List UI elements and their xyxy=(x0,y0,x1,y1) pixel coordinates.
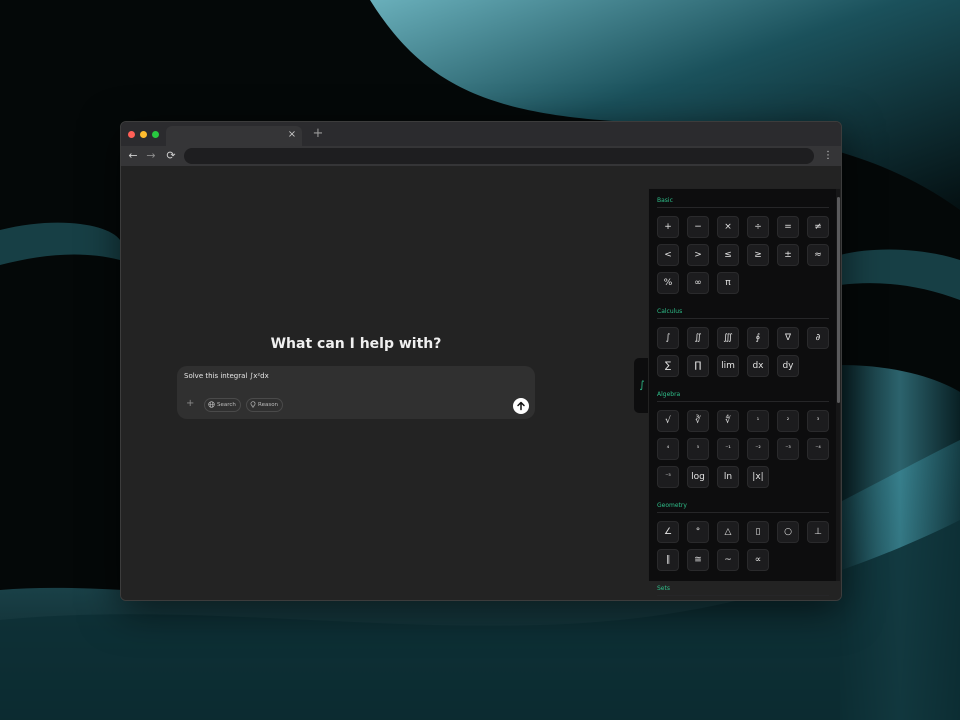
math-key[interactable]: ∑ xyxy=(657,355,679,377)
math-key[interactable]: − xyxy=(687,216,709,238)
math-key[interactable]: ∠ xyxy=(657,521,679,543)
math-key[interactable]: % xyxy=(657,272,679,294)
section-title-sets: Sets xyxy=(657,585,670,592)
math-key[interactable]: + xyxy=(657,216,679,238)
math-key[interactable]: ⊥ xyxy=(807,521,829,543)
math-key[interactable]: ⁻⁴ xyxy=(807,438,829,460)
math-key[interactable]: ∇ xyxy=(777,327,799,349)
math-key[interactable]: ⁴ xyxy=(657,438,679,460)
section-title-geometry: Geometry xyxy=(657,502,687,509)
search-label: Search xyxy=(217,402,236,408)
math-key[interactable]: √ xyxy=(657,410,679,432)
globe-icon xyxy=(208,401,215,408)
math-key[interactable]: lim xyxy=(717,355,739,377)
math-key[interactable]: ∭ xyxy=(717,327,739,349)
math-key[interactable]: dx xyxy=(747,355,769,377)
chat-composer[interactable]: Solve this integral ∫x²dx + Search Reaso… xyxy=(177,366,535,419)
section-divider xyxy=(657,512,829,513)
math-key[interactable]: ÷ xyxy=(747,216,769,238)
math-key[interactable]: < xyxy=(657,244,679,266)
math-key[interactable]: × xyxy=(717,216,739,238)
math-key[interactable]: ∛ xyxy=(687,410,709,432)
section-divider xyxy=(657,595,829,596)
reason-label: Reason xyxy=(258,402,279,408)
math-key[interactable]: π xyxy=(717,272,739,294)
tab-bar: × + xyxy=(121,122,841,146)
attach-button[interactable]: + xyxy=(186,398,194,410)
math-key[interactable]: ⁻¹ xyxy=(717,438,739,460)
page-title: What can I help with? xyxy=(270,336,442,352)
math-key[interactable]: ∬ xyxy=(687,327,709,349)
math-key[interactable]: ≤ xyxy=(717,244,739,266)
math-key[interactable]: ⁻⁵ xyxy=(657,466,679,488)
section-divider xyxy=(657,318,829,319)
section-divider xyxy=(657,401,829,402)
search-button[interactable]: Search xyxy=(204,398,241,412)
math-key[interactable]: ∫ xyxy=(657,327,679,349)
math-key[interactable]: ⁻² xyxy=(747,438,769,460)
browser-toolbar: ← → ⟳ ⋮ xyxy=(121,146,841,166)
maximize-window-dot[interactable] xyxy=(152,131,159,138)
minimize-window-dot[interactable] xyxy=(140,131,147,138)
math-key[interactable]: ln xyxy=(717,466,739,488)
lightbulb-icon xyxy=(250,401,256,408)
math-key[interactable]: ∝ xyxy=(747,549,769,571)
send-button[interactable] xyxy=(513,398,529,414)
math-key[interactable]: ° xyxy=(687,521,709,543)
math-key[interactable]: ≈ xyxy=(807,244,829,266)
panel-scrollbar[interactable] xyxy=(836,189,840,581)
math-key[interactable]: △ xyxy=(717,521,739,543)
math-key[interactable]: ≠ xyxy=(807,216,829,238)
browser-tab[interactable]: × xyxy=(166,126,302,146)
math-key[interactable]: ~ xyxy=(717,549,739,571)
math-key[interactable]: ³ xyxy=(807,410,829,432)
math-key[interactable]: ⁻³ xyxy=(777,438,799,460)
back-button[interactable]: ← xyxy=(126,149,140,163)
browser-menu-button[interactable]: ⋮ xyxy=(823,149,833,163)
address-bar[interactable] xyxy=(184,148,814,164)
math-key[interactable]: ∞ xyxy=(687,272,709,294)
math-key[interactable]: |x| xyxy=(747,466,769,488)
close-window-dot[interactable] xyxy=(128,131,135,138)
math-key[interactable]: ∂ xyxy=(807,327,829,349)
math-key[interactable]: dy xyxy=(777,355,799,377)
math-key[interactable]: ▯ xyxy=(747,521,769,543)
page-content: What can I help with? Solve this integra… xyxy=(121,166,841,600)
forward-button[interactable]: → xyxy=(144,149,158,163)
panel-scrollbar-thumb[interactable] xyxy=(837,197,840,403)
math-key[interactable]: ○ xyxy=(777,521,799,543)
math-key[interactable]: = xyxy=(777,216,799,238)
math-key[interactable]: > xyxy=(687,244,709,266)
section-title-calculus: Calculus xyxy=(657,308,683,315)
math-key[interactable]: ≥ xyxy=(747,244,769,266)
section-title-algebra: Algebra xyxy=(657,391,681,398)
math-key[interactable]: ∜ xyxy=(717,410,739,432)
math-key[interactable]: ² xyxy=(777,410,799,432)
math-key[interactable]: log xyxy=(687,466,709,488)
reload-button[interactable]: ⟳ xyxy=(164,149,178,163)
math-key[interactable]: ∏ xyxy=(687,355,709,377)
math-symbol-panel: Basic + − × ÷ = ≠ < > ≤ ≥ ± ≈% ∞ π Calculus ∫ ∬ ∭ ∮ ∇ ∂ ∑ ∏ lim d… xyxy=(648,188,840,596)
arrow-up-icon xyxy=(517,401,525,411)
math-key[interactable]: ⁵ xyxy=(687,438,709,460)
math-key[interactable]: ∮ xyxy=(747,327,769,349)
section-title-basic: Basic xyxy=(657,197,673,204)
math-key[interactable]: ∥ xyxy=(657,549,679,571)
section-divider xyxy=(657,207,829,208)
math-key[interactable]: ± xyxy=(777,244,799,266)
math-key[interactable]: ≅ xyxy=(687,549,709,571)
browser-window: × + ← → ⟳ ⋮ What can I help with? Solve … xyxy=(120,121,842,601)
new-tab-button[interactable]: + xyxy=(311,126,325,142)
close-tab-icon[interactable]: × xyxy=(286,129,298,141)
math-key[interactable]: ¹ xyxy=(747,410,769,432)
reason-button[interactable]: Reason xyxy=(246,398,284,412)
chat-input[interactable]: Solve this integral ∫x²dx xyxy=(184,372,269,380)
